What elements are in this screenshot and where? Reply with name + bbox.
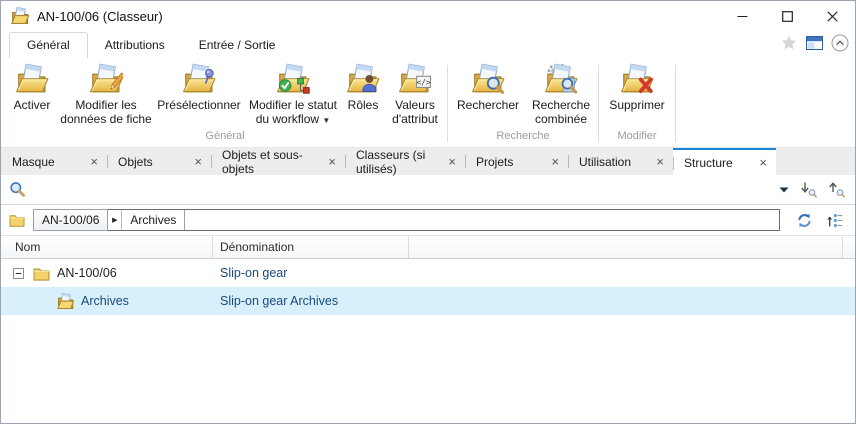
supprimer-button[interactable]: Supprimer [601, 62, 673, 113]
breadcrumb-arrow-icon[interactable]: ▶ [108, 210, 123, 230]
pin-panel-icon[interactable] [806, 36, 823, 50]
breadcrumb-segment-root[interactable]: AN-100/06 [33, 209, 109, 231]
search-previous-icon[interactable] [828, 181, 845, 198]
ribbon: Activer Modifier les données de fiche Pr… [1, 58, 855, 148]
tab-objets-sous-objets[interactable]: Objets et sous-objets × [211, 148, 345, 176]
tab-utilisation[interactable]: Utilisation × [568, 148, 673, 175]
folder-attribute-values-icon: </> [398, 63, 432, 97]
folder-open-icon [57, 293, 74, 310]
favorite-star-icon[interactable] [780, 34, 798, 52]
group-separator [675, 65, 676, 142]
table-row[interactable]: AN-100/06 Slip-on gear [1, 259, 855, 287]
ribbon-tab-general[interactable]: Général [9, 32, 88, 58]
roles-button[interactable]: Rôles [341, 62, 385, 113]
group-separator [447, 65, 448, 142]
combined-search-icon [544, 63, 578, 94]
tab-close-icon[interactable]: × [759, 156, 767, 169]
tab-close-icon[interactable]: × [656, 155, 664, 168]
tab-close-icon[interactable]: × [90, 155, 98, 168]
filter-input[interactable] [32, 178, 773, 201]
tab-classeurs[interactable]: Classeurs (si utilisés) × [345, 148, 465, 176]
tab-close-icon[interactable]: × [448, 155, 456, 168]
activer-button[interactable]: Activer [5, 62, 59, 113]
minimize-button[interactable] [720, 1, 765, 31]
group-label-recherche: Recherche [496, 130, 550, 142]
title-bar: AN-100/06 (Classeur) [1, 1, 855, 31]
breadcrumb: AN-100/06 ▶ Archives [33, 209, 780, 231]
dropdown-caret-icon: ▼ [322, 115, 331, 125]
maximize-icon [782, 10, 793, 22]
breadcrumb-bar: AN-100/06 ▶ Archives [1, 205, 855, 236]
preselectionner-button[interactable]: Présélectionner [153, 62, 245, 113]
tab-close-icon[interactable]: × [194, 155, 202, 168]
close-button[interactable] [810, 1, 855, 31]
row-denomination: Slip-on gear [220, 266, 288, 280]
search-icon [10, 182, 25, 197]
view-tab-bar: Masque × Objets × Objets et sous-objets × C… [1, 148, 855, 176]
table-header: Nom Dénomination [1, 236, 855, 259]
folder-roles-icon [346, 63, 380, 97]
modifier-donnees-button[interactable]: Modifier les données de fiche [59, 62, 153, 126]
show-in-structure-icon[interactable] [826, 212, 843, 229]
tab-close-icon[interactable]: × [551, 155, 559, 168]
tab-masque[interactable]: Masque × [1, 148, 107, 175]
app-window: AN-100/06 (Classeur) Général Attribution… [0, 0, 856, 424]
group-label-modifier: Modifier [617, 130, 657, 142]
collapse-expander-icon[interactable] [13, 267, 24, 279]
group-separator [598, 65, 599, 142]
folder-workflow-status-icon [276, 63, 310, 94]
minimize-icon [737, 15, 748, 17]
row-name: AN-100/06 [57, 266, 117, 280]
tab-objets[interactable]: Objets × [107, 148, 211, 175]
svg-text:</>: </> [416, 78, 431, 87]
folder-search-icon [471, 63, 505, 95]
maximize-button[interactable] [765, 1, 810, 31]
recherche-combinee-button[interactable]: Recherche combinée [526, 62, 596, 126]
tab-close-icon[interactable]: × [328, 155, 336, 168]
row-denomination: Slip-on gear Archives [220, 294, 339, 308]
column-header-nom[interactable]: Nom [1, 236, 213, 258]
folder-edit-icon [89, 63, 123, 97]
content-empty-area [1, 315, 855, 423]
ribbon-tab-entree-sortie[interactable]: Entrée / Sortie [182, 33, 293, 58]
group-label-general: Général [205, 130, 245, 142]
valeurs-attribut-button[interactable]: </> Valeurs d'attribut [385, 62, 445, 126]
table-row-selected[interactable]: Archives Slip-on gear Archives [1, 287, 855, 315]
collapse-ribbon-icon[interactable] [831, 34, 849, 52]
folder-app-icon [11, 7, 29, 25]
breadcrumb-segment-current[interactable]: Archives [122, 210, 186, 230]
modifier-statut-workflow-button[interactable]: Modifier le statut du workflow ▼ [245, 62, 341, 127]
rechercher-button[interactable]: Rechercher [450, 62, 526, 113]
tab-structure[interactable]: Structure × [673, 148, 776, 175]
ribbon-group-recherche: Rechercher Recherche combinée Recherche [450, 58, 596, 147]
ribbon-tab-attributions[interactable]: Attributions [88, 33, 182, 58]
ribbon-tab-bar: Général Attributions Entrée / Sortie [1, 31, 855, 58]
tab-projets[interactable]: Projets × [465, 148, 568, 175]
filter-bar [1, 175, 855, 205]
row-name: Archives [81, 294, 129, 308]
column-header-empty [409, 236, 843, 258]
folder-icon [9, 212, 25, 228]
column-header-denomination[interactable]: Dénomination [213, 236, 409, 258]
refresh-icon[interactable] [796, 212, 813, 229]
search-next-icon[interactable] [800, 181, 817, 198]
column-header-tail [843, 236, 855, 258]
window-title: AN-100/06 (Classeur) [37, 8, 163, 24]
folder-delete-icon [620, 63, 654, 94]
folder-closed-icon [33, 265, 50, 282]
ribbon-group-general: Activer Modifier les données de fiche Pr… [5, 58, 445, 147]
close-icon [827, 10, 838, 22]
filter-dropdown-icon[interactable] [779, 187, 789, 193]
ribbon-group-modifier: Supprimer Modifier [601, 58, 673, 147]
folder-activate-icon [15, 63, 49, 97]
folder-pin-icon [182, 63, 216, 97]
